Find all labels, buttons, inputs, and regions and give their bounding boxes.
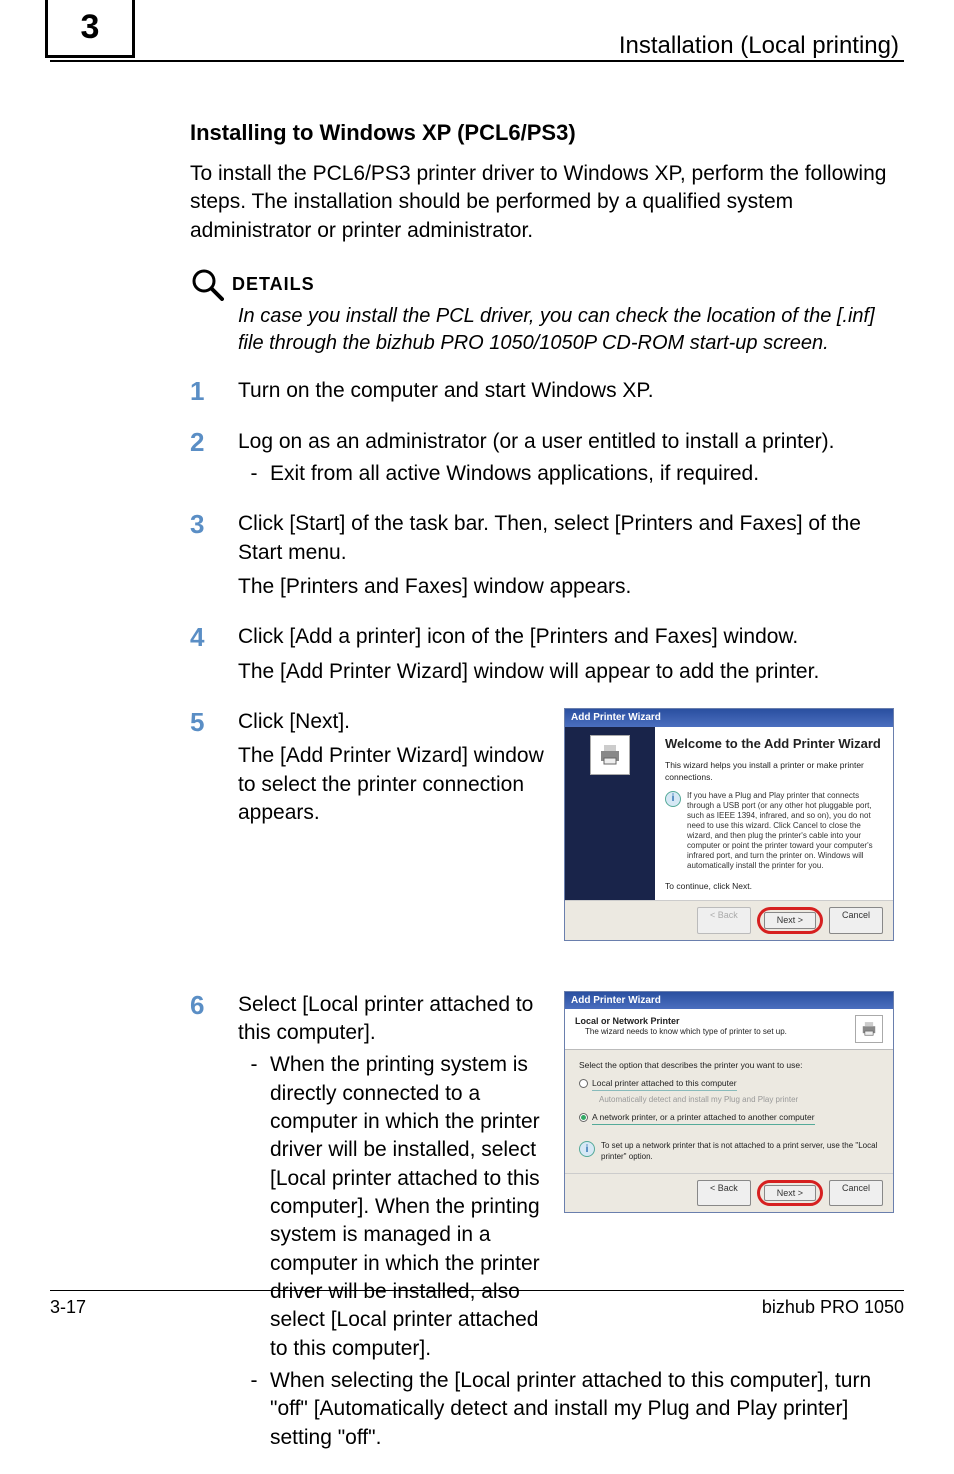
step-4: 4 Click [Add a printer] icon of the [Pri… [190, 623, 894, 686]
step-3-line1: Click [Start] of the task bar. Then, sel… [238, 510, 894, 567]
radio-network[interactable] [579, 1113, 588, 1122]
step-1-number: 1 [190, 377, 238, 406]
step-3-number: 3 [190, 510, 238, 539]
step-3: 3 Click [Start] of the task bar. Then, s… [190, 510, 894, 601]
wizard-b-head-title: Local or Network Printer [575, 1015, 855, 1027]
wizard-b-head-sub: The wizard needs to know which type of p… [585, 1027, 855, 1038]
wizard-b-opt-local[interactable]: Local printer attached to this computer [592, 1078, 737, 1091]
wizard-b-titlebar: Add Printer Wizard [565, 992, 893, 1010]
step-1: 1 Turn on the computer and start Windows… [190, 377, 894, 406]
magnifier-icon [190, 267, 224, 301]
step-4-line2: The [Add Printer Wizard] window will app… [238, 658, 894, 686]
printer-icon [590, 735, 630, 775]
wizard-a-next-button[interactable]: Next > [764, 912, 816, 928]
wizard-b-back-button[interactable]: < Back [697, 1180, 751, 1206]
info-icon: i [579, 1141, 595, 1157]
chapter-tab: 3 [45, 0, 135, 58]
details-block: DETAILS In case you install the PCL driv… [190, 267, 894, 357]
step-6: 6 Select [Local printer attached to this… [190, 991, 894, 1453]
wizard-b-opt-network[interactable]: A network printer, or a printer attached… [592, 1112, 815, 1125]
intro-paragraph: To install the PCL6/PS3 printer driver t… [190, 160, 894, 245]
wizard-a-titlebar: Add Printer Wizard [565, 709, 893, 727]
dash: - [238, 1367, 270, 1395]
wizard-a-info: If you have a Plug and Play printer that… [687, 791, 883, 871]
step-6-line1: Select [Local printer attached to this c… [238, 991, 548, 1048]
wizard-a-cancel-button[interactable]: Cancel [829, 907, 883, 933]
highlight-ring: Next > [757, 1180, 823, 1206]
page-header-title: Installation (Local printing) [619, 32, 899, 60]
step-5-line2: The [Add Printer Wizard] window to selec… [238, 742, 548, 827]
details-body: In case you install the PCL driver, you … [238, 303, 894, 357]
footer-page-number: 3-17 [50, 1297, 86, 1318]
step-5: 5 Click [Next]. The [Add Printer Wizard]… [190, 708, 894, 963]
step-2-number: 2 [190, 428, 238, 457]
step-4-line1: Click [Add a printer] icon of the [Print… [238, 623, 894, 651]
step-3-line2: The [Printers and Faxes] window appears. [238, 573, 894, 601]
footer-product: bizhub PRO 1050 [762, 1297, 904, 1318]
wizard-b-note: To set up a network printer that is not … [601, 1141, 879, 1163]
wizard-b-opt-local-sub[interactable]: Automatically detect and install my Plug… [599, 1095, 879, 1106]
details-label: DETAILS [232, 274, 315, 295]
header-rule [50, 60, 904, 62]
highlight-ring: Next > [757, 907, 823, 933]
step-1-text: Turn on the computer and start Windows X… [238, 377, 894, 405]
step-2: 2 Log on as an administrator (or a user … [190, 428, 894, 489]
wizard-a-intro: This wizard helps you install a printer … [665, 760, 883, 783]
dash: - [238, 1051, 270, 1079]
step-5-number: 5 [190, 708, 238, 737]
wizard-a-back-button[interactable]: < Back [697, 907, 751, 933]
step-2-text: Log on as an administrator (or a user en… [238, 428, 894, 456]
step-4-number: 4 [190, 623, 238, 652]
wizard-welcome-screenshot: Add Printer Wizard Welcome to the Add Pr… [564, 708, 894, 941]
printer-icon [855, 1015, 883, 1043]
wizard-local-network-screenshot: Add Printer Wizard Local or Network Prin… [564, 991, 894, 1213]
wizard-a-welcome: Welcome to the Add Printer Wizard [665, 735, 883, 753]
wizard-a-continue: To continue, click Next. [665, 881, 883, 892]
section-title: Installing to Windows XP (PCL6/PS3) [190, 120, 894, 146]
step-6-number: 6 [190, 991, 238, 1020]
info-icon: i [665, 791, 681, 807]
step-5-line1: Click [Next]. [238, 708, 548, 736]
wizard-b-cancel-button[interactable]: Cancel [829, 1180, 883, 1206]
chapter-number: 3 [81, 8, 100, 47]
radio-local[interactable] [579, 1079, 588, 1088]
step-2-sub1: Exit from all active Windows application… [270, 460, 759, 488]
wizard-b-next-button[interactable]: Next > [764, 1185, 816, 1201]
step-6-sub2: When selecting the [Local printer attach… [270, 1367, 894, 1452]
dash: - [238, 460, 270, 488]
page-footer: 3-17 bizhub PRO 1050 [50, 1290, 904, 1318]
wizard-b-prompt: Select the option that describes the pri… [579, 1060, 879, 1071]
